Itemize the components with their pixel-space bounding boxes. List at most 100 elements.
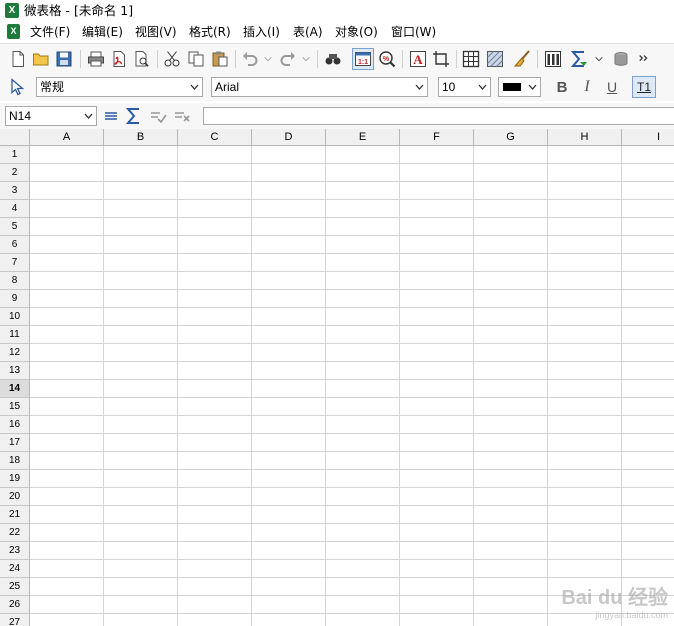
row-header[interactable]: 16	[0, 416, 30, 434]
row-header[interactable]: 7	[0, 254, 30, 272]
font-size-value: 10	[442, 80, 456, 94]
grid-line	[30, 469, 674, 470]
row-header[interactable]: 27	[0, 614, 30, 626]
chevron-down-icon	[415, 84, 424, 90]
pattern-fill-icon[interactable]	[485, 49, 505, 69]
row-header[interactable]: 1	[0, 146, 30, 164]
row-header[interactable]: 9	[0, 290, 30, 308]
redo-icon[interactable]	[278, 49, 298, 69]
italic-button[interactable]: I	[577, 77, 597, 97]
grid-line	[547, 146, 548, 626]
pdf-export-icon[interactable]	[109, 49, 129, 69]
undo-dropdown-icon[interactable]	[262, 49, 274, 69]
row-header[interactable]: 10	[0, 308, 30, 326]
column-header[interactable]: F	[400, 129, 474, 146]
row-header[interactable]: 3	[0, 182, 30, 200]
copy-icon[interactable]	[186, 49, 206, 69]
grid-line	[30, 415, 674, 416]
cell-reference-combo[interactable]: N14	[5, 106, 97, 126]
cancel-formula-icon[interactable]	[172, 106, 192, 126]
save-icon[interactable]	[54, 49, 74, 69]
find-icon[interactable]	[323, 49, 343, 69]
select-all-corner[interactable]	[0, 129, 30, 146]
menu-view[interactable]: 视图(V)	[135, 24, 177, 40]
column-header[interactable]: E	[326, 129, 400, 146]
redo-dropdown-icon[interactable]	[300, 49, 312, 69]
menu-format[interactable]: 格式(R)	[189, 24, 231, 40]
row-header[interactable]: 2	[0, 164, 30, 182]
row-header[interactable]: 6	[0, 236, 30, 254]
zoom-100-icon[interactable]: 1:1	[352, 48, 374, 70]
document-icon[interactable]: X	[7, 24, 20, 39]
font-color-combo[interactable]	[498, 77, 541, 97]
cut-icon[interactable]	[162, 49, 182, 69]
row-header[interactable]: 13	[0, 362, 30, 380]
menu-file[interactable]: 文件(F)	[30, 24, 70, 40]
text-wrap-button[interactable]: T1	[632, 76, 656, 98]
print-icon[interactable]	[86, 49, 106, 69]
column-header[interactable]: G	[474, 129, 548, 146]
undo-icon[interactable]	[240, 49, 260, 69]
underline-button[interactable]: U	[602, 77, 622, 97]
row-header[interactable]: 15	[0, 398, 30, 416]
more-icon[interactable]	[637, 49, 651, 69]
font-size-combo[interactable]: 10	[438, 77, 491, 97]
column-header[interactable]: C	[178, 129, 252, 146]
row-header[interactable]: 19	[0, 470, 30, 488]
row-header[interactable]: 14	[0, 380, 30, 398]
column-header[interactable]: B	[104, 129, 178, 146]
row-header[interactable]: 4	[0, 200, 30, 218]
row-header[interactable]: 25	[0, 578, 30, 596]
equals-icon[interactable]	[101, 106, 121, 126]
row-header[interactable]: 17	[0, 434, 30, 452]
menu-table[interactable]: 表(A)	[293, 24, 323, 40]
paste-icon[interactable]	[210, 49, 230, 69]
column-header[interactable]: I	[622, 129, 674, 146]
zoom-icon[interactable]: %	[377, 49, 397, 69]
standard-toolbar: 1:1 % A	[0, 43, 674, 74]
row-header[interactable]: 5	[0, 218, 30, 236]
bold-button[interactable]: B	[552, 77, 572, 97]
menu-insert[interactable]: 插入(I)	[243, 24, 280, 40]
menu-window[interactable]: 窗口(W)	[391, 24, 436, 40]
select-cursor-icon[interactable]	[8, 77, 28, 97]
style-combo[interactable]: 常规	[36, 77, 203, 97]
row-header[interactable]: 11	[0, 326, 30, 344]
sum-icon[interactable]	[569, 49, 589, 69]
new-doc-icon[interactable]	[8, 49, 28, 69]
print-preview-icon[interactable]	[132, 49, 152, 69]
grid-line	[30, 307, 674, 308]
spreadsheet-grid[interactable]: ABCDEFGHI 1 2 3 4 5 6 7 8 9 10 11 12 13 14 15 16 17 18 19 2…	[0, 129, 674, 626]
clear-format-icon[interactable]	[512, 49, 532, 69]
formula-input[interactable]	[203, 107, 674, 125]
row-header[interactable]: 21	[0, 506, 30, 524]
chevron-down-icon	[528, 84, 537, 90]
font-combo-value: Arial	[215, 80, 240, 94]
text-frame-icon[interactable]: A	[408, 49, 428, 69]
row-header[interactable]: 22	[0, 524, 30, 542]
row-header[interactable]: 23	[0, 542, 30, 560]
title-bar: X 微表格 - [未命名 1]	[0, 0, 674, 22]
grid-line	[30, 361, 674, 362]
font-combo[interactable]: Arial	[211, 77, 428, 97]
row-header[interactable]: 18	[0, 452, 30, 470]
accept-formula-icon[interactable]	[148, 106, 168, 126]
formula-sum-icon[interactable]	[124, 106, 144, 126]
column-header[interactable]: H	[548, 129, 622, 146]
row-header[interactable]: 26	[0, 596, 30, 614]
crop-icon[interactable]	[431, 49, 451, 69]
row-header[interactable]: 8	[0, 272, 30, 290]
grid-line	[30, 523, 674, 524]
row-header[interactable]: 12	[0, 344, 30, 362]
column-header[interactable]: A	[30, 129, 104, 146]
column-header[interactable]: D	[252, 129, 326, 146]
row-header[interactable]: 20	[0, 488, 30, 506]
table-grid-icon[interactable]	[461, 49, 481, 69]
column-chart-icon[interactable]	[543, 49, 563, 69]
open-folder-icon[interactable]	[31, 49, 51, 69]
row-header[interactable]: 24	[0, 560, 30, 578]
menu-object[interactable]: 对象(O)	[335, 24, 378, 40]
menu-edit[interactable]: 编辑(E)	[82, 24, 123, 40]
database-icon[interactable]	[611, 49, 631, 69]
sum-dropdown-icon[interactable]	[593, 49, 605, 69]
